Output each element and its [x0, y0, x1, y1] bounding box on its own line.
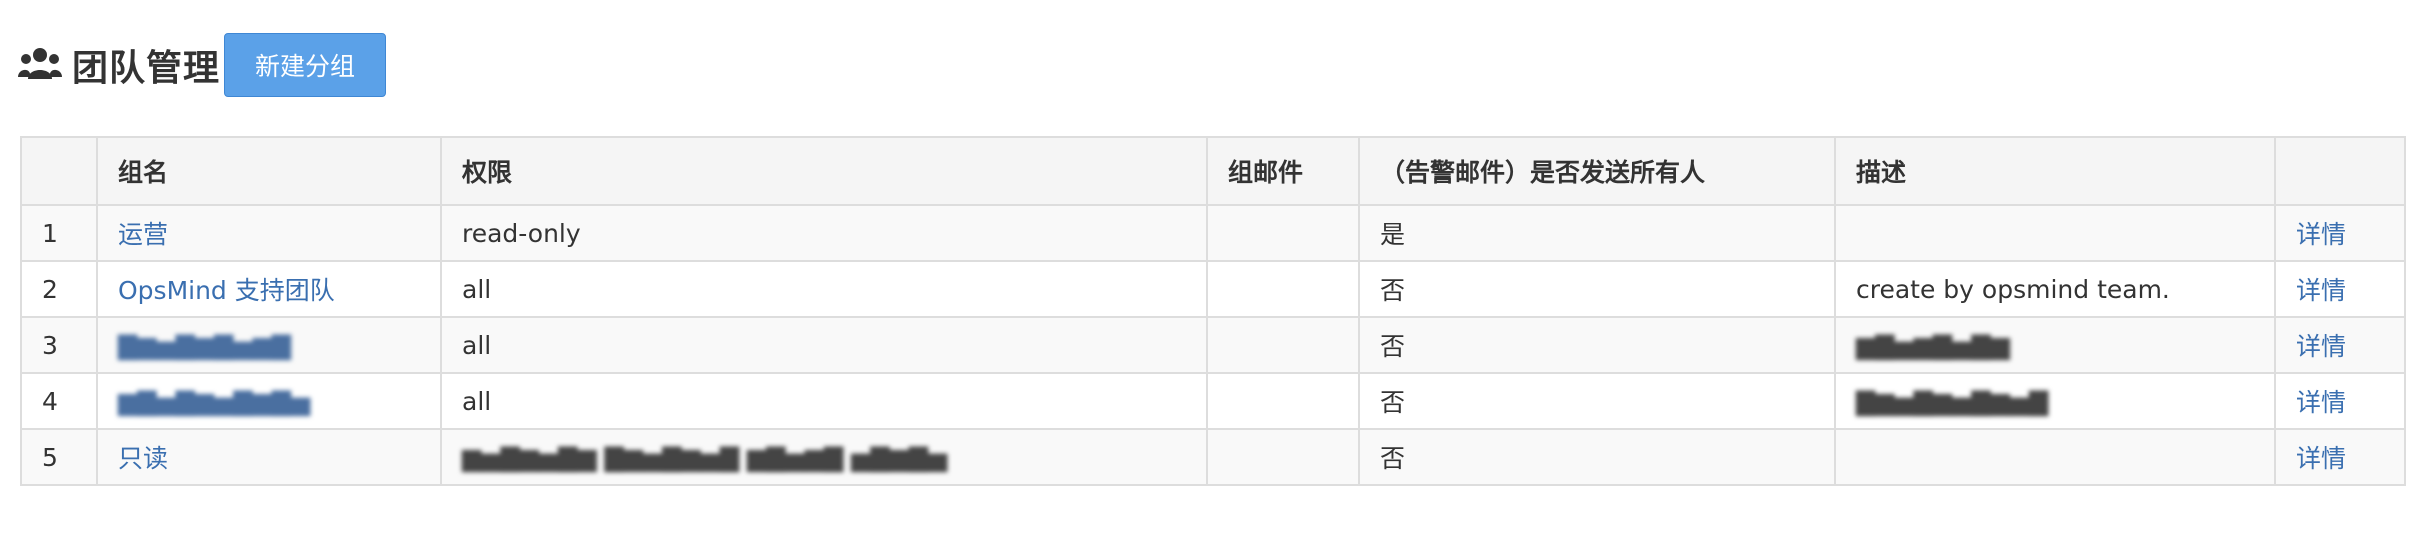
page-title: 团队管理 — [72, 48, 221, 89]
detail-link[interactable]: 详情 — [2296, 388, 2346, 417]
row-index: 2 — [20, 260, 98, 318]
detail-link[interactable]: 详情 — [2296, 220, 2346, 249]
new-group-button[interactable]: 新建分组 — [224, 33, 387, 97]
row-send-all: 否 — [1358, 372, 1836, 430]
row-index: 5 — [20, 428, 98, 486]
column-header-email: 组邮件 — [1206, 136, 1360, 206]
row-detail-cell: 详情 — [2274, 372, 2406, 430]
row-email — [1206, 428, 1360, 486]
row-description: create by opsmind team. — [1834, 260, 2276, 318]
row-description-redacted: ▇▆▅▇▆▅▇▆▅▇ — [1834, 372, 2276, 430]
column-header-permission: 权限 — [440, 136, 1208, 206]
row-detail-cell: 详情 — [2274, 204, 2406, 262]
table-row: 2 OpsMind 支持团队 all 否 create by opsmind t… — [20, 260, 2406, 318]
redacted-text: ▇▆▅▇▆▅▇▆▅▇ — [1856, 386, 2049, 416]
row-email — [1206, 204, 1360, 262]
row-detail-cell: 详情 — [2274, 260, 2406, 318]
table-row: 1 运营 read-only 是 详情 — [20, 204, 2406, 262]
detail-link[interactable]: 详情 — [2296, 276, 2346, 305]
group-name-link-redacted[interactable]: ▆▇▅▇▆▅▇▆▇▅ — [118, 387, 310, 416]
group-name-link[interactable]: 只读 — [118, 444, 168, 473]
row-email — [1206, 260, 1360, 318]
detail-link[interactable]: 详情 — [2296, 444, 2346, 473]
group-name-link[interactable]: 运营 — [118, 220, 168, 249]
row-index: 3 — [20, 316, 98, 374]
row-send-all: 否 — [1358, 316, 1836, 374]
column-header-description: 描述 — [1834, 136, 2276, 206]
group-name-link[interactable]: OpsMind 支持团队 — [118, 276, 335, 305]
row-email — [1206, 316, 1360, 374]
row-index: 1 — [20, 204, 98, 262]
row-description-redacted: ▆▇▅▆▇▅▇▆ — [1834, 316, 2276, 374]
column-header-action — [2274, 136, 2406, 206]
row-send-all: 是 — [1358, 204, 1836, 262]
table-row: 3 ▇▆▅▇▆▇▅▆▇ all 否 ▆▇▅▆▇▅▇▆ 详情 — [20, 316, 2406, 374]
column-header-name: 组名 — [96, 136, 442, 206]
teams-table: 组名 权限 组邮件 （告警邮件）是否发送所有人 描述 1 运营 read-onl… — [20, 136, 2406, 486]
row-permission: all — [440, 316, 1208, 374]
table-row: 5 只读 ▆▅▇▆▅▇▆ ▇▆▅▇▆▅▇ ▆▇▅▆▇ ▅▇▆▇▅ 否 详情 — [20, 428, 2406, 486]
row-name-cell: 运营 — [96, 204, 442, 262]
table-row: 4 ▆▇▅▇▆▅▇▆▇▅ all 否 ▇▆▅▇▆▅▇▆▅▇ 详情 — [20, 372, 2406, 430]
column-header-send-all: （告警邮件）是否发送所有人 — [1358, 136, 1836, 206]
row-send-all: 否 — [1358, 428, 1836, 486]
row-detail-cell: 详情 — [2274, 428, 2406, 486]
row-detail-cell: 详情 — [2274, 316, 2406, 374]
detail-link[interactable]: 详情 — [2296, 332, 2346, 361]
row-name-cell: 只读 — [96, 428, 442, 486]
row-name-cell: ▆▇▅▇▆▅▇▆▇▅ — [96, 372, 442, 430]
row-name-cell: ▇▆▅▇▆▇▅▆▇ — [96, 316, 442, 374]
row-permission: all — [440, 260, 1208, 318]
row-description — [1834, 204, 2276, 262]
table-header-row: 组名 权限 组邮件 （告警邮件）是否发送所有人 描述 — [20, 136, 2406, 206]
row-permission: read-only — [440, 204, 1208, 262]
redacted-text: ▆▅▇▆▅▇▆ ▇▆▅▇▆▅▇ ▆▇▅▆▇ ▅▇▆▇▅ — [462, 442, 948, 472]
redacted-text: ▆▇▅▆▇▅▇▆ — [1856, 330, 2010, 360]
page-header: 团队管理 新建分组 — [18, 30, 387, 100]
row-permission: all — [440, 372, 1208, 430]
row-permission-redacted: ▆▅▇▆▅▇▆ ▇▆▅▇▆▅▇ ▆▇▅▆▇ ▅▇▆▇▅ — [440, 428, 1208, 486]
group-name-link-redacted[interactable]: ▇▆▅▇▆▇▅▆▇ — [118, 331, 291, 360]
column-header-index — [20, 136, 98, 206]
row-description — [1834, 428, 2276, 486]
row-index: 4 — [20, 372, 98, 430]
row-send-all: 否 — [1358, 260, 1836, 318]
users-icon — [18, 43, 62, 87]
row-email — [1206, 372, 1360, 430]
row-name-cell: OpsMind 支持团队 — [96, 260, 442, 318]
